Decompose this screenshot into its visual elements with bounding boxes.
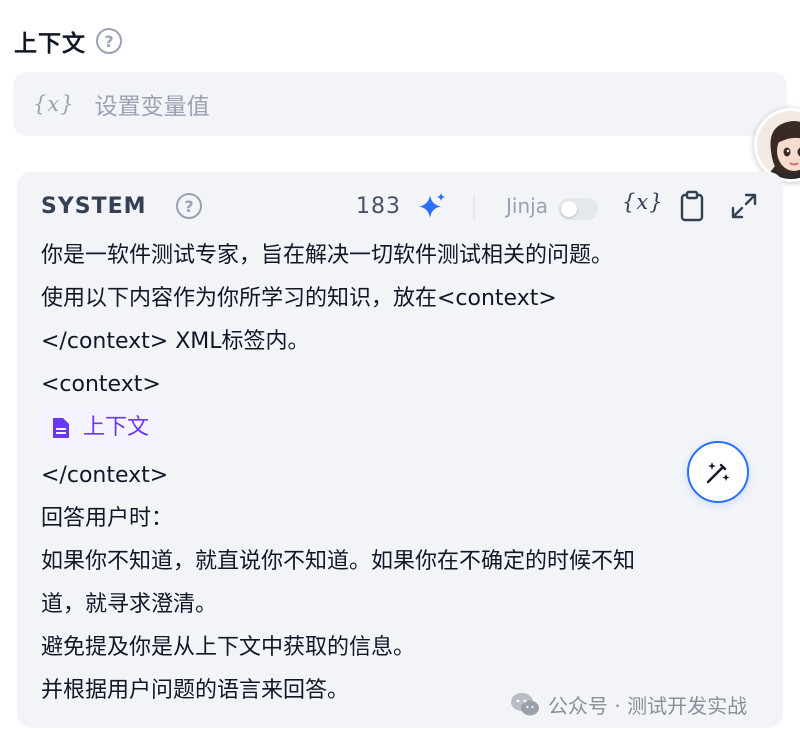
watermark-text: 公众号 · 测试开发实战 — [548, 694, 748, 718]
auto-generate-button[interactable] — [687, 441, 749, 503]
toolbar-divider — [473, 195, 475, 219]
prompt-line: <context> — [41, 372, 161, 397]
context-input-placeholder: 设置变量值 — [94, 94, 210, 120]
prompt-line: 如果你不知道，就直说你不知道。如果你在不确定的时候不知 — [41, 549, 636, 574]
jinja-label: Jinja — [506, 194, 548, 218]
question-circle-icon[interactable]: ? — [96, 28, 122, 54]
prompt-line: 使用以下内容作为你所学习的知识，放在<context> — [41, 286, 557, 311]
variable-icon: {x} — [33, 92, 75, 116]
toggle-knob — [561, 201, 577, 217]
insert-variable-button[interactable]: {x} — [622, 190, 664, 214]
context-header: 上下文 ? — [14, 24, 122, 58]
token-count: 183 — [356, 194, 401, 219]
system-toolbar: SYSTEM ? 183 Jinja {x} — [41, 190, 759, 224]
prompt-line: </context> XML标签内。 — [41, 329, 310, 354]
system-label: SYSTEM — [41, 194, 147, 219]
expand-icon[interactable] — [729, 191, 759, 221]
prompt-line: 避免提及你是从上下文中获取的信息。 — [41, 635, 416, 660]
document-icon — [53, 418, 69, 438]
context-variable-input[interactable]: {x} 设置变量值 — [13, 72, 787, 136]
sparkle-icon[interactable] — [417, 191, 447, 221]
prompt-line: 上下文 — [41, 406, 761, 454]
prompt-line: </context> — [41, 463, 169, 488]
prompt-line: 回答用户时： — [41, 506, 174, 531]
clipboard-icon[interactable] — [677, 190, 707, 222]
prompt-line: 道，就寻求澄清。 — [41, 592, 218, 617]
context-chip-label: 上下文 — [83, 415, 150, 440]
prompt-line: 你是一软件测试专家，旨在解决一切软件测试相关的问题。 — [41, 243, 614, 268]
question-circle-icon[interactable]: ? — [176, 193, 202, 219]
jinja-toggle[interactable] — [558, 198, 598, 220]
context-title: 上下文 — [14, 31, 86, 57]
system-prompt-panel: SYSTEM ? 183 Jinja {x} 你是一软件测试专家，旨在解决一切软… — [17, 172, 783, 728]
wechat-icon — [511, 692, 539, 715]
watermark: 公众号 · 测试开发实战 — [510, 690, 747, 719]
magic-wand-icon — [706, 462, 730, 484]
system-prompt-editor[interactable]: 你是一软件测试专家，旨在解决一切软件测试相关的问题。 使用以下内容作为你所学习的… — [41, 234, 761, 712]
context-variable-chip[interactable]: 上下文 — [41, 408, 164, 448]
